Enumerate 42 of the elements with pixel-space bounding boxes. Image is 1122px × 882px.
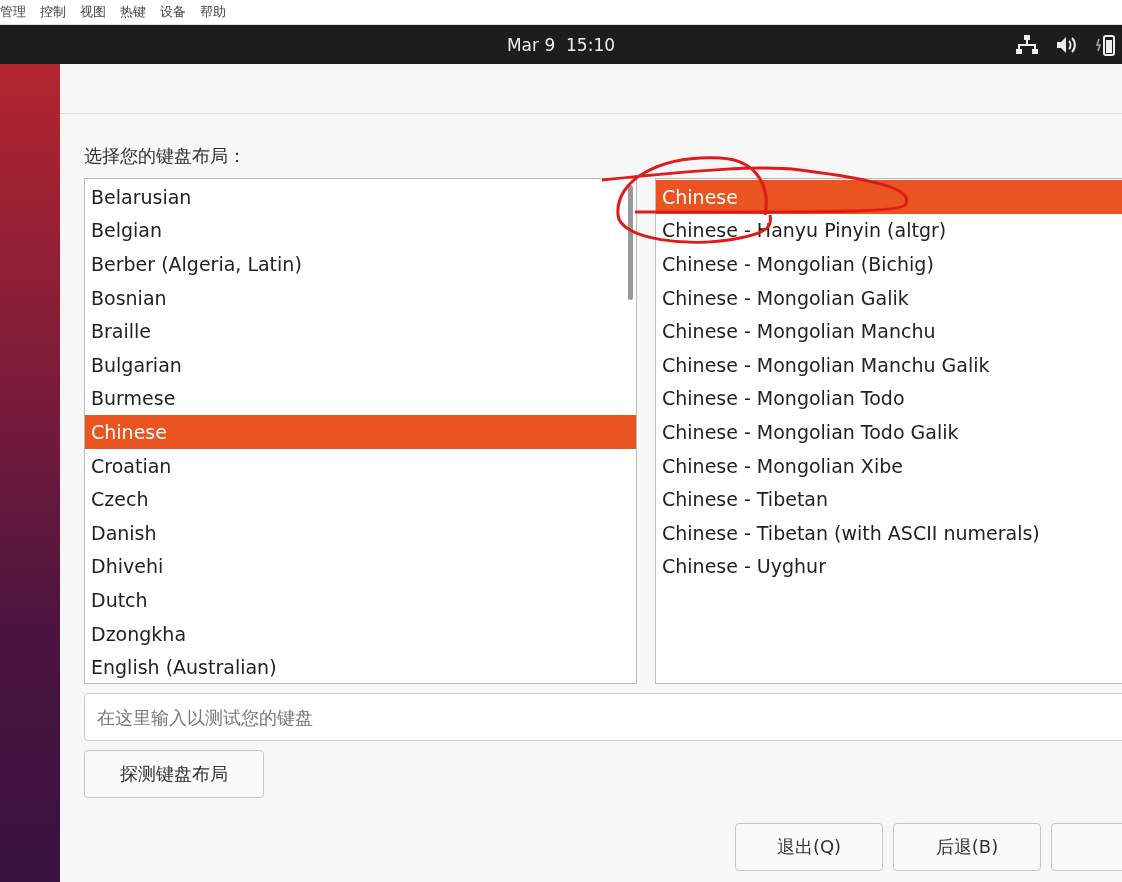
variant-item[interactable]: Chinese - Mongolian Manchu Galik — [656, 347, 1122, 382]
variant-item[interactable]: Chinese - Mongolian Manchu — [656, 314, 1122, 348]
layout-item[interactable]: Bulgarian — [85, 347, 636, 382]
layout-item[interactable]: Dzongkha — [85, 616, 636, 651]
layout-item[interactable]: English (Australian) — [85, 650, 636, 683]
clock[interactable]: Mar 9 15:10 — [506, 34, 616, 55]
variant-item[interactable]: Chinese - Tibetan — [656, 482, 1122, 516]
layout-item[interactable]: Danish — [85, 515, 636, 550]
variant-item[interactable]: Chinese - Mongolian Xibe — [656, 448, 1122, 483]
layout-item[interactable]: Bosnian — [85, 280, 636, 315]
menu-item[interactable]: 视图 — [80, 3, 106, 21]
layout-item[interactable]: Czech — [85, 482, 636, 516]
layout-item[interactable]: Dutch — [85, 583, 636, 617]
layout-item[interactable]: Braille — [85, 314, 636, 348]
layout-item[interactable]: Berber (Algeria, Latin) — [85, 247, 636, 281]
layout-item[interactable]: Burmese — [85, 381, 636, 416]
menu-item[interactable]: 设备 — [160, 3, 186, 21]
menu-item[interactable]: 帮助 — [200, 3, 226, 21]
network-icon[interactable] — [1016, 35, 1038, 55]
battery-icon[interactable] — [1096, 34, 1116, 56]
layout-item[interactable]: Belgian — [85, 213, 636, 248]
variant-item[interactable]: Chinese - Mongolian Todo — [656, 381, 1122, 416]
menu-item[interactable]: 管理 — [0, 3, 26, 21]
variant-item[interactable]: Chinese - Mongolian Todo Galik — [656, 415, 1122, 449]
variant-item[interactable]: Chinese - Uyghur — [656, 549, 1122, 584]
variant-item[interactable]: Chinese - Mongolian (Bichig) — [656, 247, 1122, 281]
layout-item[interactable]: Belarusian — [85, 180, 636, 214]
menu-item[interactable]: 热键 — [120, 3, 146, 21]
layout-item[interactable]: Chinese — [85, 415, 636, 449]
dialog-button[interactable]: 后退(B) — [893, 823, 1041, 871]
dialog-button[interactable]: 退出(Q) — [735, 823, 883, 871]
prompt-label: 选择您的键盘布局： — [84, 144, 247, 168]
keyboard-test-field[interactable]: 在这里输入以测试您的键盘 — [84, 693, 1122, 741]
volume-icon[interactable] — [1056, 35, 1078, 55]
layout-item[interactable]: Dhivehi — [85, 549, 636, 584]
variant-item[interactable]: Chinese - Mongolian Galik — [656, 280, 1122, 315]
detect-layout-button[interactable]: 探测键盘布局 — [84, 750, 264, 798]
menu-item[interactable]: 控制 — [40, 3, 66, 21]
scrollbar[interactable] — [628, 185, 633, 300]
layout-item[interactable]: Croatian — [85, 448, 636, 483]
variant-item[interactable]: Chinese - Tibetan (with ASCII numerals) — [656, 515, 1122, 550]
variant-item[interactable]: Chinese — [656, 180, 1122, 214]
